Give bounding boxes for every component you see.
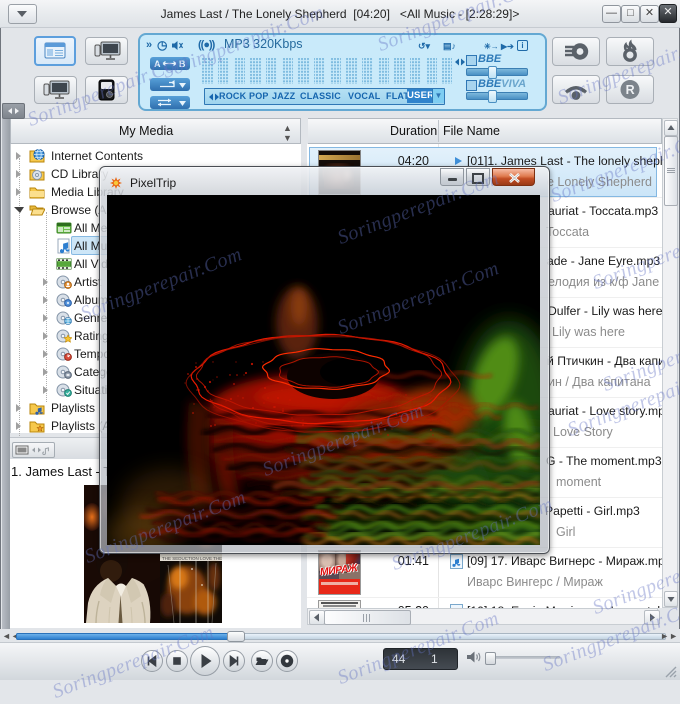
svg-text:A: A — [154, 59, 161, 69]
svg-text:B: B — [179, 59, 186, 69]
svg-text:THE SEDUCTION LOVE THEMES: THE SEDUCTION LOVE THEMES — [162, 556, 222, 561]
svg-text:R: R — [626, 83, 635, 97]
